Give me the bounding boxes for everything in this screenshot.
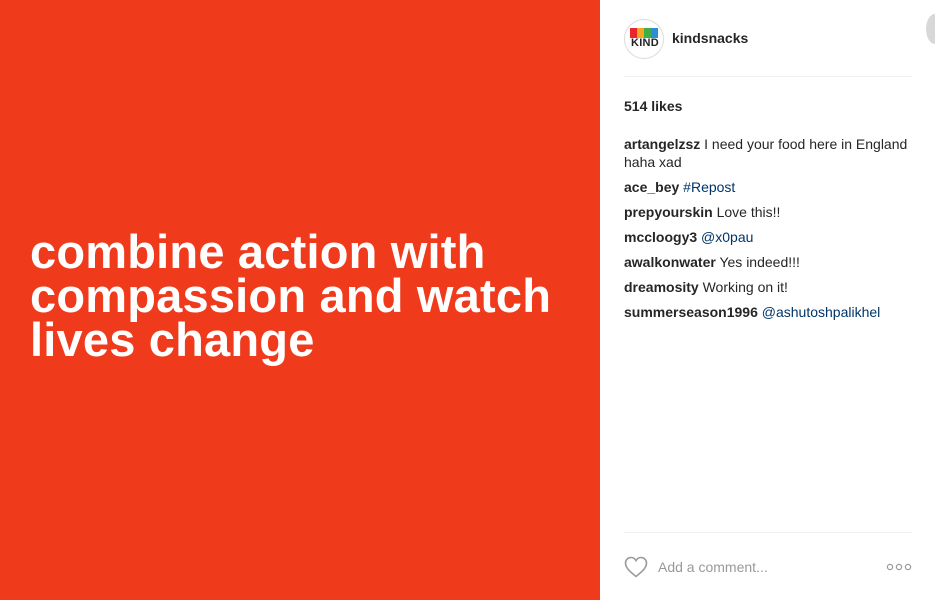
mention-link[interactable]: @x0pau [701, 229, 753, 245]
kind-logo-text: KIND [630, 37, 660, 49]
comments-list: artangelzsz I need your food here in Eng… [624, 135, 914, 328]
quote-line: combine action with [30, 225, 486, 278]
hashtag-link[interactable]: #Repost [683, 179, 735, 195]
comment-item: dreamosity Working on it! [624, 278, 914, 296]
quote-line: compassion and watch [30, 269, 552, 322]
quote-line: lives change [30, 313, 315, 366]
comment-author[interactable]: ace_bey [624, 179, 679, 195]
likes-count[interactable]: 514 likes [624, 98, 682, 114]
comment-text: Working on it! [702, 279, 788, 295]
comment-author[interactable]: mccloogy3 [624, 229, 697, 245]
comment-author[interactable]: summerseason1996 [624, 304, 758, 320]
heart-icon[interactable] [624, 556, 648, 578]
comment-item: ace_bey #Repost [624, 178, 914, 196]
comment-item: artangelzsz I need your food here in Eng… [624, 135, 914, 171]
comment-text: Yes indeed!!! [719, 254, 800, 270]
mention-link[interactable]: @ashutoshpalikhel [762, 304, 881, 320]
avatar[interactable]: KIND [624, 19, 664, 59]
more-options-icon[interactable] [886, 561, 912, 573]
comment-footer [624, 532, 912, 601]
comment-text: Love this!! [716, 204, 781, 220]
comment-item: summerseason1996 @ashutoshpalikhel [624, 303, 914, 321]
add-comment-input[interactable] [658, 555, 858, 579]
comment-author[interactable]: prepyourskin [624, 204, 713, 220]
comment-item: prepyourskin Love this!! [624, 203, 914, 221]
username-link[interactable]: kindsnacks [672, 30, 748, 46]
comment-item: awalkonwater Yes indeed!!! [624, 253, 914, 271]
post-image: combine action with compassion and watch… [0, 0, 600, 600]
comment-item: mccloogy3 @x0pau [624, 228, 914, 246]
post-header: KIND kindsnacks [624, 18, 912, 77]
comment-author[interactable]: artangelzsz [624, 136, 700, 152]
post-quote-text: combine action with compassion and watch… [30, 225, 590, 366]
post-details-panel: KIND kindsnacks 514 likes artangelzsz I … [600, 0, 935, 600]
comment-author[interactable]: dreamosity [624, 279, 699, 295]
comment-author[interactable]: awalkonwater [624, 254, 716, 270]
